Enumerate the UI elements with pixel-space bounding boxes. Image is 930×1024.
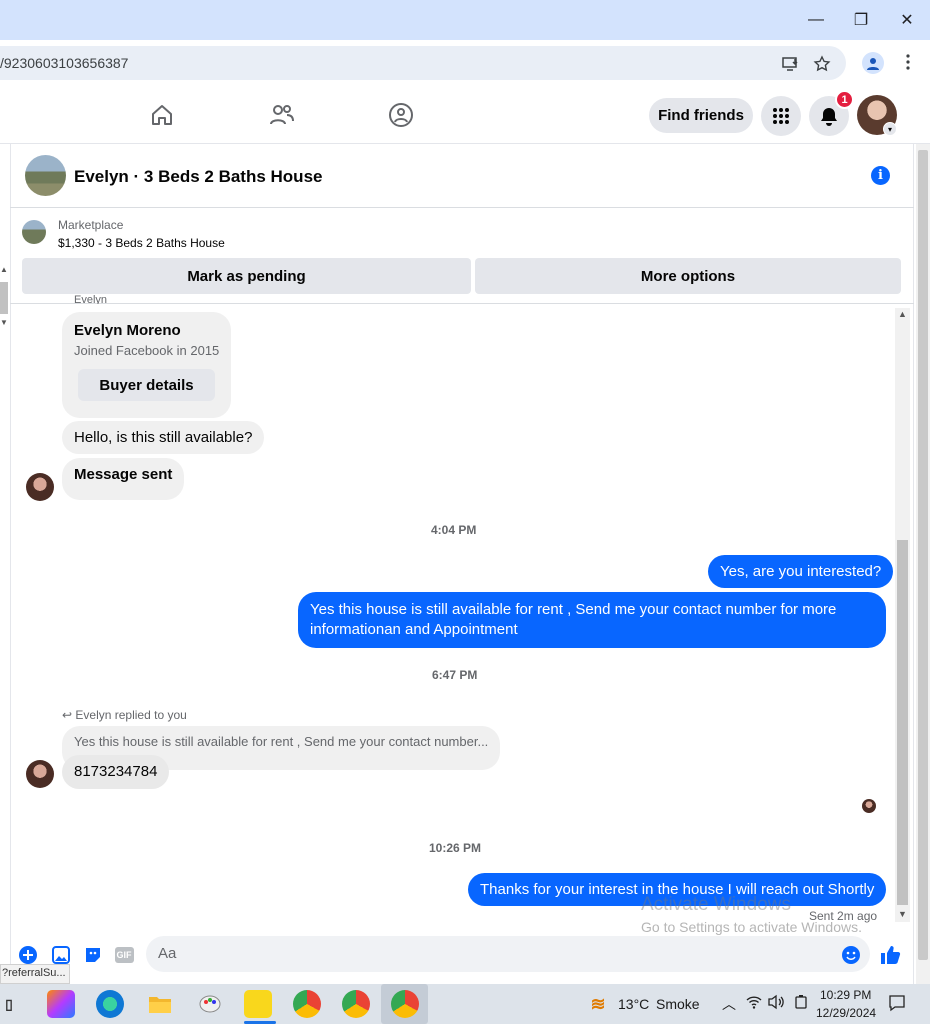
clock-time[interactable]: 10:29 PM [820,988,871,1002]
battery-icon[interactable] [794,994,808,1013]
message-input[interactable]: Aa [146,936,870,972]
emoji-icon[interactable] [840,944,862,966]
home-icon[interactable] [147,100,177,130]
read-receipt-avatar [862,799,876,813]
close-window-button[interactable]: ✕ [892,8,922,32]
file-explorer-icon[interactable] [146,990,174,1018]
wifi-icon[interactable] [746,994,762,1013]
bookmark-star-icon[interactable] [812,54,832,74]
weather-desc[interactable]: Smoke [656,996,700,1012]
copilot-icon[interactable] [47,990,75,1018]
listing-thumbnail[interactable] [25,155,66,196]
info-icon[interactable]: i [871,166,890,185]
outgoing-message: Yes, are you interested? [708,555,894,588]
chevron-up-icon[interactable]: ︿ [722,994,736,1014]
profile-icon[interactable] [862,52,884,74]
weather-icon[interactable]: ≋ [584,990,612,1018]
buyer-details-button[interactable]: Buyer details [78,369,215,401]
friends-icon[interactable] [267,100,297,130]
buyer-name: Evelyn Moreno [74,322,181,339]
paint-icon[interactable] [196,990,224,1018]
edge-icon[interactable] [96,990,124,1018]
reply-note-text: Evelyn replied to you [75,708,187,722]
mark-as-pending-button[interactable]: Mark as pending [22,258,471,294]
gif-icon[interactable]: GIF [113,944,135,966]
chrome-profile-icon[interactable] [342,990,370,1018]
listing-price[interactable]: $1,330 - 3 Beds 2 Baths House [58,236,225,250]
activate-windows-subtitle: Go to Settings to activate Windows. [641,919,862,935]
marketplace-label: Marketplace [58,218,124,232]
scroll-down-arrow[interactable]: ▼ [0,318,8,327]
restore-button[interactable]: ❐ [846,8,876,32]
divider [10,303,914,304]
browser-toolbar: /9230603103656387 [0,40,930,86]
notification-badge: 1 [835,90,854,109]
clock-date[interactable]: 12/29/2024 [816,1006,876,1020]
browser-titlebar: — ❐ ✕ [0,0,930,40]
outgoing-message: Yes this house is still available for re… [298,592,886,648]
sticky-notes-icon[interactable] [244,990,272,1018]
sender-name-cut: Evelyn [74,294,108,304]
gif-label: GIF [114,947,134,963]
chat-scrollbar-thumb[interactable] [897,540,908,905]
groups-icon[interactable] [386,100,416,130]
buyer-card: Evelyn Moreno Joined Facebook in 2015 Bu… [62,312,231,418]
evelyn-avatar[interactable] [26,760,54,788]
activate-windows-title: Activate Windows [641,894,791,915]
incoming-message: Hello, is this still available? [62,421,265,454]
address-bar[interactable]: /9230603103656387 [0,46,846,80]
plus-icon[interactable] [17,944,39,966]
find-friends-button[interactable]: Find friends [649,98,753,133]
buyer-joined: Joined Facebook in 2015 [74,343,220,358]
side-scrollbar[interactable] [0,282,8,314]
scroll-up-arrow[interactable]: ▲ [898,309,907,319]
notification-center-icon[interactable] [888,994,906,1015]
marketplace-thumbnail[interactable] [22,220,46,244]
chrome-icon[interactable] [293,990,321,1018]
menu-grid-icon [773,108,789,124]
chevron-down-icon[interactable]: ▾ [883,122,897,136]
chrome-active-icon[interactable] [391,990,419,1018]
browser-menu-icon[interactable] [898,52,918,72]
incoming-message: Message sent [62,458,185,500]
reply-arrow-icon: ↩ [62,708,73,722]
reply-note: ↩ Evelyn replied to you [62,708,187,722]
windows-taskbar [0,984,930,1024]
task-view-icon[interactable]: ▯ [0,990,18,1018]
minimize-button[interactable]: — [801,8,831,32]
photo-icon[interactable] [50,944,72,966]
sticker-icon[interactable] [82,944,104,966]
more-options-button[interactable]: More options [475,258,901,294]
weather-temp[interactable]: 13°C [618,996,649,1012]
scroll-down-arrow[interactable]: ▼ [898,909,907,919]
timestamp: 4:04 PM [431,523,477,537]
thumbs-up-icon[interactable] [879,944,901,966]
chat-title[interactable]: Evelyn · 3 Beds 2 Baths House [74,167,322,187]
page-scrollbar-thumb[interactable] [918,150,928,960]
menu-grid-button[interactable] [761,96,801,136]
timestamp: 6:47 PM [432,668,478,682]
volume-icon[interactable] [768,994,786,1013]
scroll-up-arrow[interactable]: ▲ [0,265,8,274]
facebook-header: Find friends [0,86,930,144]
incoming-message: 8173234784 [62,755,170,789]
bell-icon [821,108,837,126]
evelyn-avatar[interactable] [26,473,54,501]
timestamp: 10:26 PM [429,841,482,855]
status-link-preview: ?referralSu... [0,964,70,984]
install-app-icon[interactable] [780,54,800,74]
url-text[interactable]: /9230603103656387 [0,55,128,71]
